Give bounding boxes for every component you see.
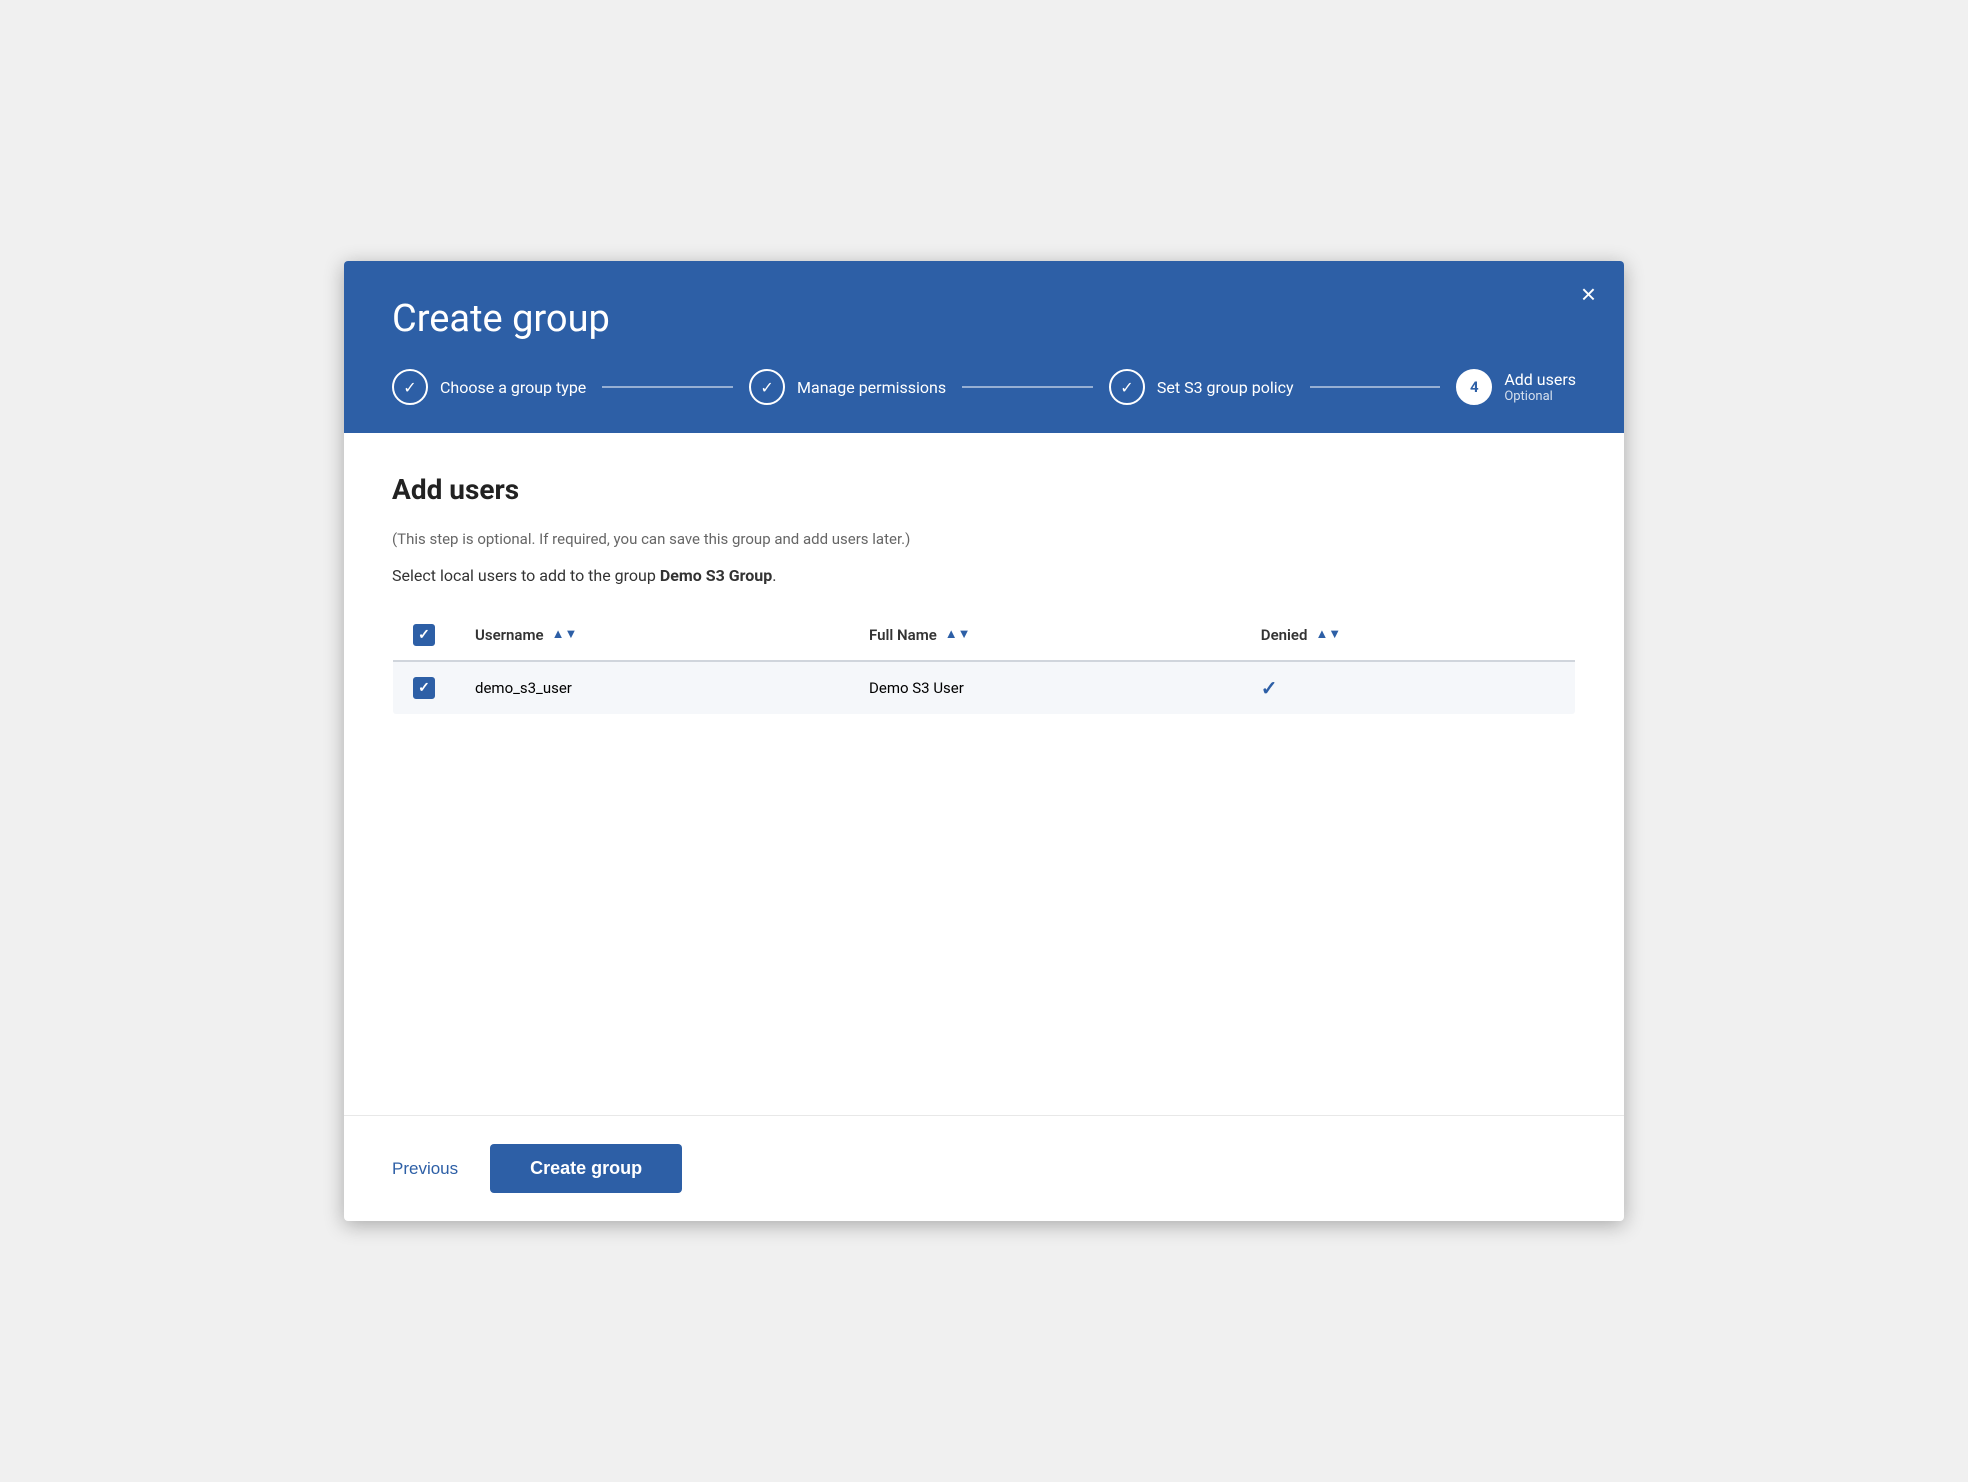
step-4-label: Add users (1504, 370, 1576, 389)
step-2-circle: ✓ (749, 369, 785, 405)
step-add-users: 4 Add users Optional (1456, 369, 1576, 405)
step-4-number: 4 (1470, 378, 1479, 396)
fullname-sort-icon[interactable]: ▲▼ (945, 630, 971, 640)
step-1-label: Choose a group type (440, 378, 586, 397)
fullname-col-label: Full Name (869, 626, 937, 644)
denied-col-label: Denied (1261, 626, 1308, 644)
step-connector-1 (602, 386, 733, 388)
row-denied: ✓ (1241, 661, 1576, 715)
step-1-circle: ✓ (392, 369, 428, 405)
username-sort-icon[interactable]: ▲▼ (552, 630, 578, 640)
modal-body: Add users (This step is optional. If req… (344, 433, 1624, 1115)
denied-check-icon: ✓ (1261, 676, 1278, 700)
header-fullname: Full Name ▲▼ (849, 610, 1241, 662)
users-table: ✓ Username ▲▼ Full Name ▲▼ (392, 609, 1576, 715)
step-3-circle: ✓ (1109, 369, 1145, 405)
create-group-modal: × Create group ✓ Choose a group type ✓ M… (344, 261, 1624, 1221)
step-4-sublabel: Optional (1504, 389, 1576, 404)
select-all-checkmark-icon: ✓ (418, 627, 430, 643)
table-row: ✓ demo_s3_user Demo S3 User ✓ (393, 661, 1576, 715)
previous-button[interactable]: Previous (392, 1149, 458, 1189)
stepper: ✓ Choose a group type ✓ Manage permissio… (392, 369, 1576, 405)
username-col-label: Username (475, 626, 544, 644)
step-4-circle: 4 (1456, 369, 1492, 405)
close-button[interactable]: × (1581, 281, 1596, 307)
row-checkbox[interactable]: ✓ (413, 677, 435, 699)
header-username: Username ▲▼ (455, 610, 849, 662)
step-manage-permissions: ✓ Manage permissions (749, 369, 946, 405)
modal-footer: Previous Create group (344, 1115, 1624, 1221)
select-all-checkbox[interactable]: ✓ (413, 624, 435, 646)
step-connector-2 (962, 386, 1093, 388)
step-3-label: Set S3 group policy (1157, 378, 1294, 397)
step-connector-3 (1310, 386, 1441, 388)
select-label-prefix: Select local users to add to the group (392, 566, 660, 585)
row-username: demo_s3_user (455, 661, 849, 715)
header-checkbox-cell: ✓ (393, 610, 456, 662)
select-label: Select local users to add to the group D… (392, 566, 1576, 585)
group-name: Demo S3 Group (660, 566, 772, 585)
step-1-check-icon: ✓ (403, 378, 416, 397)
step-2-check-icon: ✓ (760, 378, 773, 397)
step-choose-group-type: ✓ Choose a group type (392, 369, 586, 405)
table-header-row: ✓ Username ▲▼ Full Name ▲▼ (393, 610, 1576, 662)
step-set-s3-policy: ✓ Set S3 group policy (1109, 369, 1294, 405)
modal-title: Create group (392, 297, 1576, 341)
modal-header: × Create group ✓ Choose a group type ✓ M… (344, 261, 1624, 433)
create-group-button[interactable]: Create group (490, 1144, 682, 1193)
row-checkmark-icon: ✓ (418, 680, 430, 696)
row-checkbox-cell: ✓ (393, 661, 456, 715)
section-title: Add users (392, 473, 1576, 506)
denied-sort-icon[interactable]: ▲▼ (1315, 630, 1341, 640)
header-denied: Denied ▲▼ (1241, 610, 1576, 662)
step-2-label: Manage permissions (797, 378, 946, 397)
select-label-suffix: . (772, 566, 776, 585)
step-3-check-icon: ✓ (1120, 378, 1133, 397)
row-fullname: Demo S3 User (849, 661, 1241, 715)
optional-note: (This step is optional. If required, you… (392, 530, 1576, 548)
